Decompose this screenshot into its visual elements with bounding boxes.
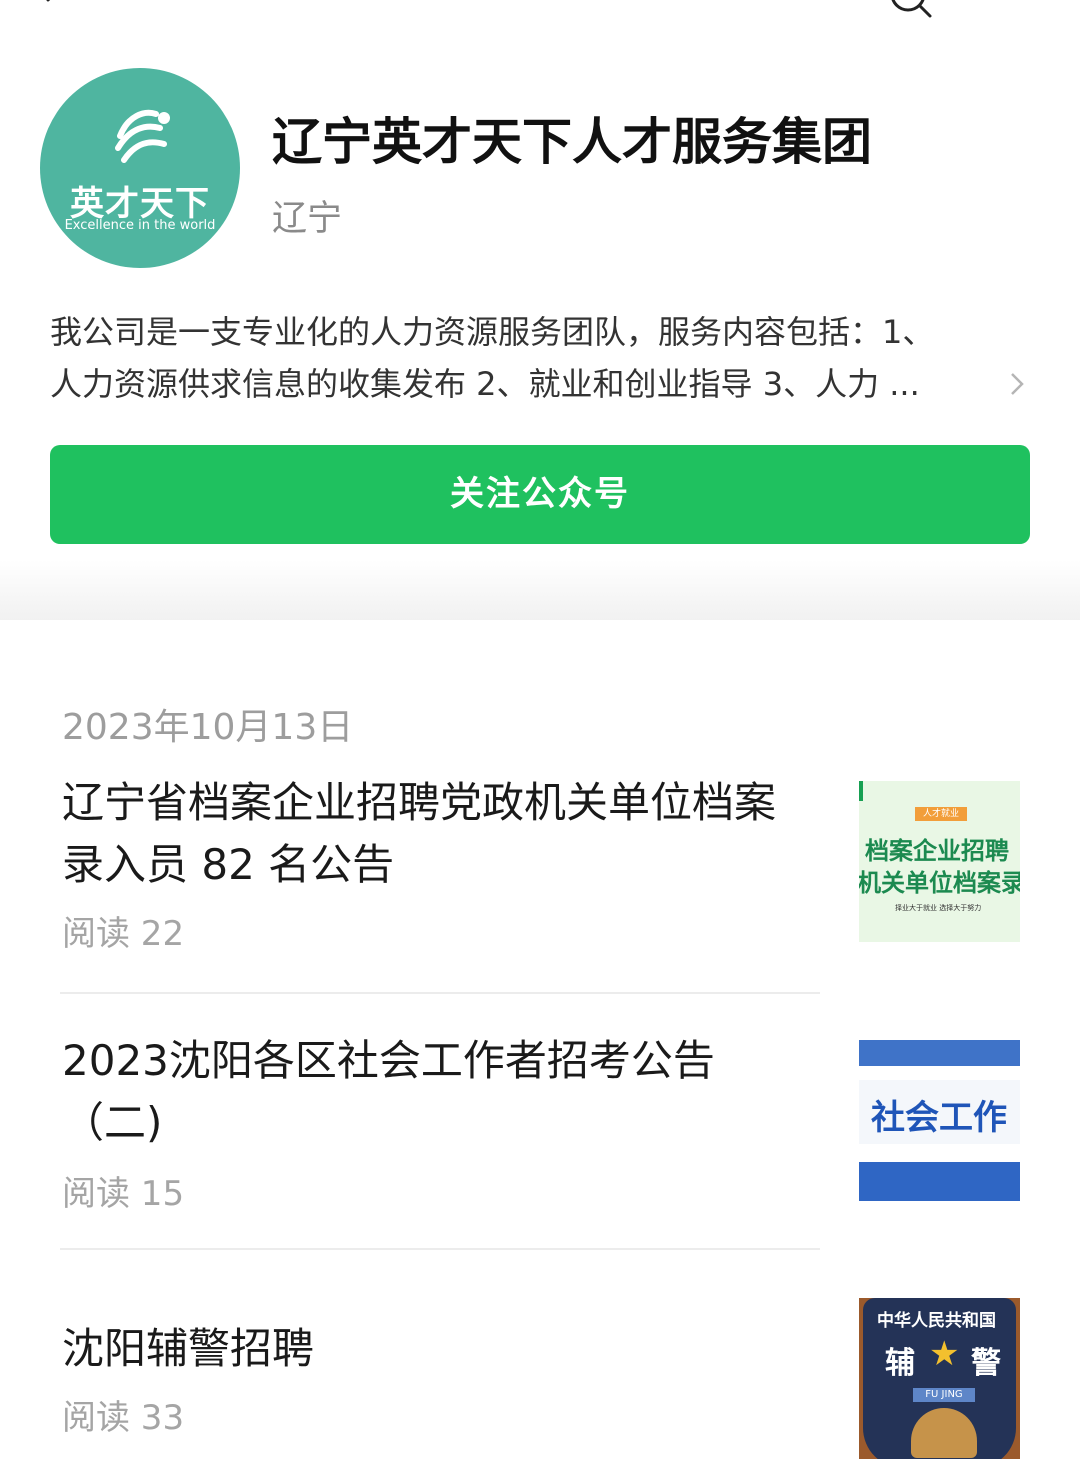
thumb-accent xyxy=(859,781,863,801)
thumb-text: 机关单位档案录 xyxy=(859,869,1020,897)
account-avatar[interactable]: 英才天下 Excellence in the world xyxy=(40,68,240,268)
divider xyxy=(60,992,820,994)
article-reads: 阅读 22 xyxy=(62,914,185,954)
feed-date: 2023年10月13日 xyxy=(62,707,354,748)
article-thumbnail[interactable]: 人才就业 档案企业招聘 机关单位档案录 择业大于就业 选择大于努力 xyxy=(859,781,1020,942)
search-icon[interactable] xyxy=(888,0,934,20)
follow-button[interactable]: 关注公众号 xyxy=(50,445,1030,544)
article-thumbnail[interactable]: 社会工作 xyxy=(859,1040,1020,1201)
account-region: 辽宁 xyxy=(272,199,343,239)
thumb-text: 择业大于就业 选择大于努力 xyxy=(895,904,982,912)
article-feed: 2023年10月13日 辽宁省档案企业招聘党政机关单位档案录入员 82 名公告 … xyxy=(20,648,1060,1468)
account-description[interactable]: 我公司是一支专业化的人力资源服务团队，服务内容包括：1、 人力资源供求信息的收集… xyxy=(50,306,1030,410)
thumb-ribbon: FU JING xyxy=(913,1388,975,1402)
article-title[interactable]: 沈阳辅警招聘 xyxy=(62,1318,812,1380)
thumb-band xyxy=(859,1162,1020,1201)
star-icon: ★ xyxy=(929,1334,960,1374)
logo-text-en: Excellence in the world xyxy=(64,218,216,233)
article-title[interactable]: 辽宁省档案企业招聘党政机关单位档案录入员 82 名公告 xyxy=(62,772,812,896)
thumb-text: 社会工作 xyxy=(871,1098,1007,1138)
emblem-icon xyxy=(911,1408,977,1458)
thumb-band xyxy=(859,1040,1020,1066)
thumb-text: 辅 xyxy=(885,1346,915,1381)
article-title[interactable]: 2023沈阳各区社会工作者招考公告（二) xyxy=(62,1030,812,1154)
divider xyxy=(60,1248,820,1250)
article-thumbnail[interactable]: 中华人民共和国 辅 ★ 警 FU JING xyxy=(859,1298,1020,1459)
thumb-tag: 人才就业 xyxy=(915,807,967,821)
chevron-right-icon[interactable] xyxy=(1006,370,1028,398)
back-arrow-icon[interactable] xyxy=(38,0,66,14)
logo-mark-icon xyxy=(115,109,170,163)
thumb-text: 警 xyxy=(971,1346,1001,1381)
thumb-text: 中华人民共和国 xyxy=(877,1311,996,1331)
top-bar xyxy=(0,0,1080,40)
account-name: 辽宁英才天下人才服务集团 xyxy=(272,113,872,171)
article-reads: 阅读 33 xyxy=(62,1398,185,1438)
account-header: 英才天下 Excellence in the world 辽宁英才天下人才服务集… xyxy=(0,0,1080,620)
thumb-text: 档案企业招聘 xyxy=(865,837,1009,865)
police-badge-icon: 中华人民共和国 辅 ★ 警 FU JING xyxy=(863,1298,1016,1459)
article-reads: 阅读 15 xyxy=(62,1174,185,1214)
description-line: 人力资源供求信息的收集发布 2、就业和创业指导 3、人力 ... xyxy=(50,365,920,403)
description-line: 我公司是一支专业化的人力资源服务团队，服务内容包括：1、 xyxy=(50,313,935,351)
